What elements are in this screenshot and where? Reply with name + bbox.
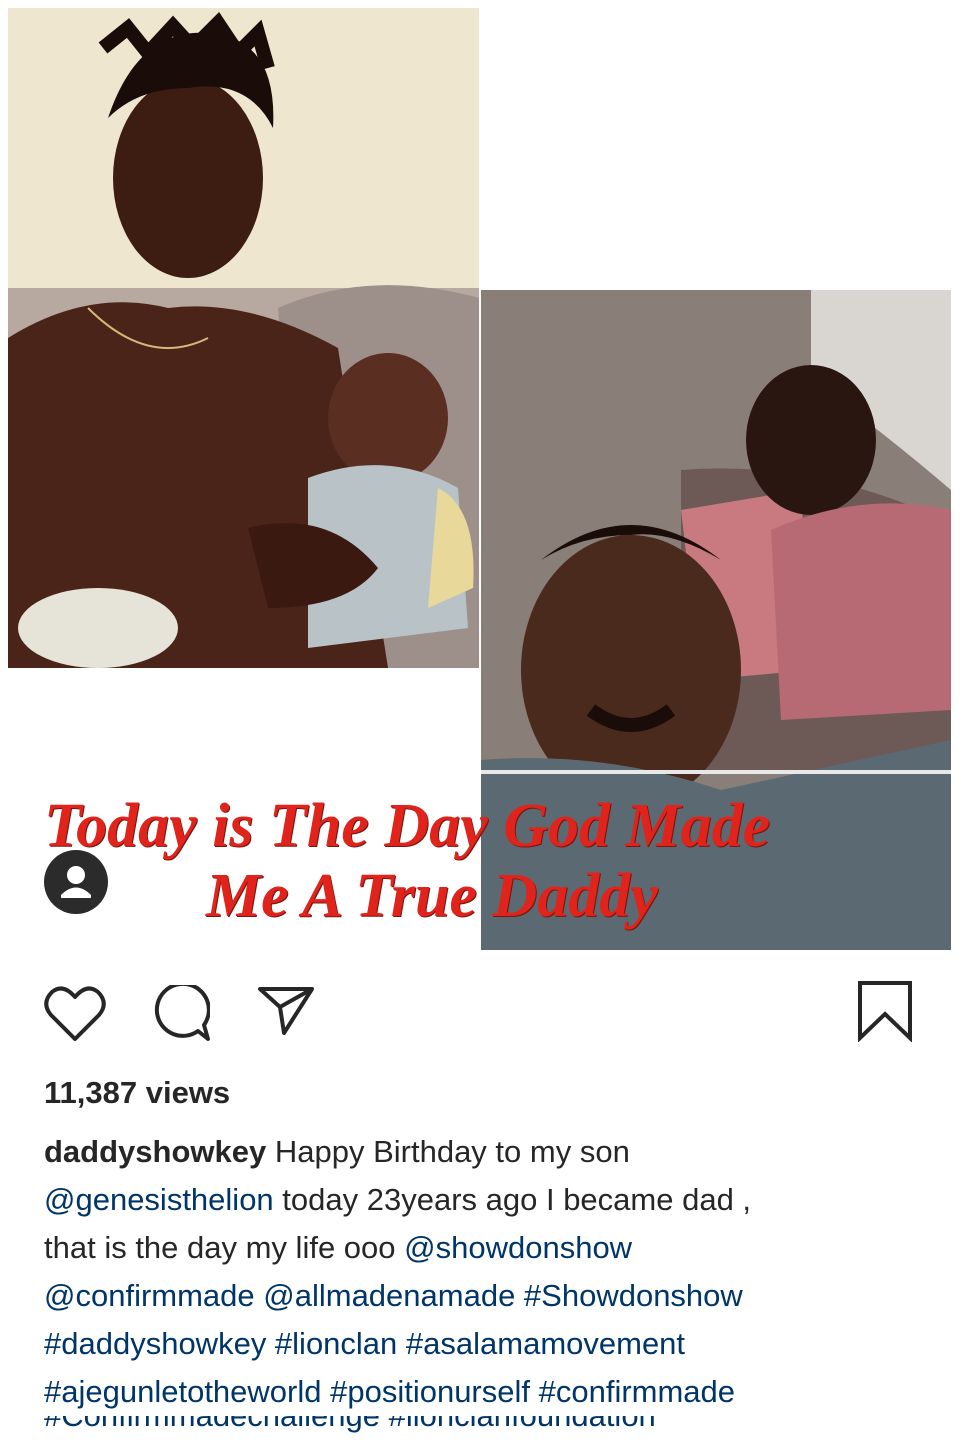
view-count: 11,387 views — [44, 1075, 231, 1110]
post-caption: daddyshowkey Happy Birthday to my son @g… — [44, 1128, 924, 1416]
overlay-caption-line-1: Today is The Day God Made — [44, 792, 771, 860]
mention-link[interactable]: @showdonshow — [404, 1230, 632, 1265]
caption-line-4[interactable]: @confirmmade @allmadenamade #Showdonshow — [44, 1272, 924, 1320]
user-avatar-icon[interactable] — [44, 850, 108, 914]
caption-line-7-cropped[interactable]: #Confirmmadechallenge #lionclanfoundatio… — [44, 1416, 784, 1442]
bookmark-icon[interactable] — [856, 980, 914, 1043]
photo-divider — [481, 770, 951, 774]
mention-link[interactable]: @genesisthelion — [44, 1182, 274, 1217]
caption-line-1: daddyshowkey Happy Birthday to my son — [44, 1128, 924, 1176]
caption-username[interactable]: daddyshowkey — [44, 1134, 266, 1169]
send-icon[interactable] — [256, 985, 316, 1035]
overlay-caption-line-2: Me A True Daddy — [206, 862, 658, 930]
caption-text: Happy Birthday to my son — [266, 1134, 630, 1169]
caption-line-3: that is the day my life ooo @showdonshow — [44, 1224, 924, 1272]
caption-text: that is the day my life ooo — [44, 1230, 405, 1265]
caption-line-2: @genesisthelion today 23years ago I beca… — [44, 1176, 924, 1224]
caption-line-7-text: #Confirmmadechallenge #lionclanfoundatio… — [44, 1416, 784, 1440]
caption-line-6[interactable]: #ajegunletotheworld #positionurself #con… — [44, 1368, 924, 1416]
heart-icon[interactable] — [44, 985, 106, 1043]
post-photo-father-and-baby — [8, 8, 479, 668]
caption-text: today 23years ago I became dad , — [273, 1182, 752, 1217]
caption-line-5[interactable]: #daddyshowkey #lionclan #asalamamovement — [44, 1320, 924, 1368]
comment-icon[interactable] — [150, 981, 211, 1043]
